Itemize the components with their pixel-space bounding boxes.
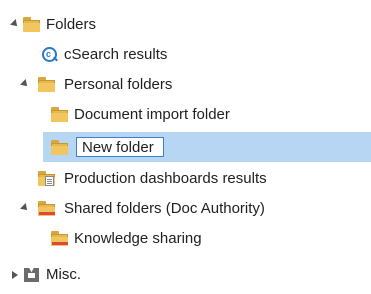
- tree-item-label: Personal folders: [64, 76, 173, 93]
- shared-folder-icon: [51, 231, 69, 246]
- report-folder-icon: [38, 171, 56, 186]
- folder-icon: [51, 107, 69, 122]
- expand-arrow-icon[interactable]: [12, 271, 18, 279]
- tree-item-production-dashboards-results[interactable]: Production dashboards results: [0, 164, 371, 194]
- rename-folder-input[interactable]: [76, 137, 164, 157]
- collapse-arrow-icon[interactable]: [10, 19, 20, 29]
- tree-item-label: Knowledge sharing: [74, 230, 202, 247]
- tree-item-personal-folders[interactable]: Personal folders: [0, 70, 371, 100]
- folder-icon: [23, 17, 41, 32]
- collapse-arrow-icon[interactable]: [20, 79, 30, 89]
- tree-item-misc[interactable]: Misc.: [0, 260, 371, 290]
- tree-item-label: Misc.: [46, 266, 81, 283]
- folder-icon: [38, 77, 56, 92]
- tree-item-label: Production dashboards results: [64, 170, 267, 187]
- tree-item-label: cSearch results: [64, 46, 168, 63]
- tree-item-shared-folders[interactable]: Shared folders (Doc Authority): [0, 194, 371, 224]
- tree-item-knowledge-sharing[interactable]: Knowledge sharing: [0, 224, 371, 254]
- search-results-icon: c: [42, 47, 58, 62]
- shared-folder-icon: [38, 201, 56, 216]
- tree-item-folders[interactable]: Folders: [0, 10, 371, 40]
- tree-item-document-import-folder[interactable]: Document import folder: [0, 100, 371, 130]
- tree-item-csearch-results[interactable]: c cSearch results: [0, 40, 371, 70]
- tree-item-label: Document import folder: [74, 106, 230, 123]
- tree-item-label: Folders: [46, 16, 97, 33]
- tree-item-new-folder[interactable]: [0, 132, 371, 162]
- collapse-arrow-icon[interactable]: [20, 203, 30, 213]
- tree-item-label: Shared folders (Doc Authority): [64, 200, 265, 217]
- folder-icon: [51, 140, 69, 155]
- misc-icon: [24, 268, 39, 282]
